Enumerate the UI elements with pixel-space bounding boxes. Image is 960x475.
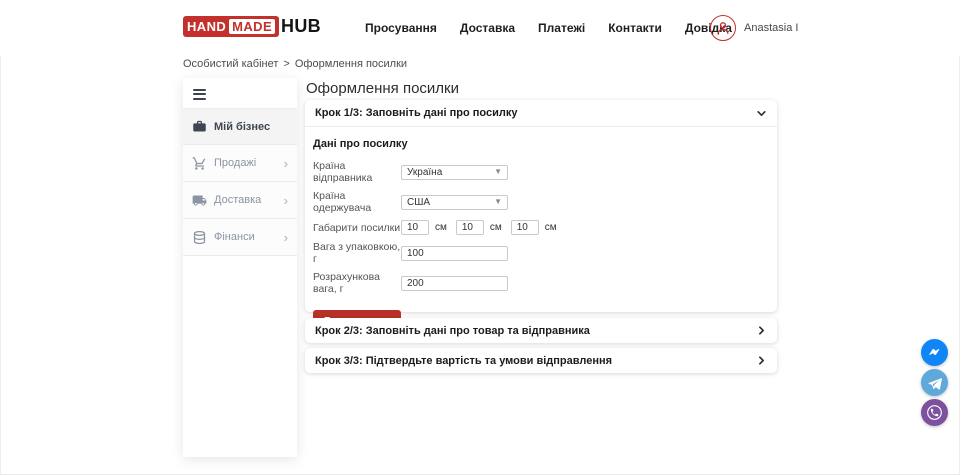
select-arrow-icon: ▼ bbox=[494, 198, 502, 206]
dimension-unit: см bbox=[545, 222, 557, 233]
sidebar-item-label: Доставка bbox=[214, 194, 261, 206]
messenger-button[interactable] bbox=[921, 339, 948, 366]
nav-item-promotion[interactable]: Просування bbox=[365, 21, 437, 35]
sender-country-row: Країна відправника Україна ▼ bbox=[313, 160, 769, 184]
dimensions-row: Габарити посилки см см см bbox=[313, 220, 769, 235]
sidebar-item-my-business[interactable]: Мій бізнес bbox=[183, 108, 297, 145]
sidebar: Мій бізнес Продажі › Доставка › Фінанси … bbox=[183, 78, 297, 457]
viber-button[interactable] bbox=[921, 399, 948, 426]
sidebar-item-label: Мій бізнес bbox=[214, 121, 270, 133]
breadcrumb-home[interactable]: Особистий кабінет bbox=[183, 58, 278, 70]
recipient-country-select[interactable]: США ▼ bbox=[401, 195, 508, 210]
telegram-icon bbox=[927, 375, 943, 391]
avatar bbox=[710, 15, 736, 41]
dimension-width-input[interactable] bbox=[456, 220, 484, 235]
brand-logo[interactable]: HANDMADE HUB bbox=[183, 16, 321, 37]
nav-item-contacts[interactable]: Контакти bbox=[608, 21, 662, 35]
step1-header[interactable]: Крок 1/3: Заповніть дані про посилку bbox=[305, 100, 777, 127]
logo-part-hand: HAND bbox=[187, 19, 226, 34]
coins-icon bbox=[192, 230, 207, 245]
telegram-button[interactable] bbox=[921, 369, 948, 396]
dimension-unit: см bbox=[435, 222, 447, 233]
viber-icon bbox=[925, 403, 944, 422]
recipient-country-row: Країна одержувача США ▼ bbox=[313, 190, 769, 214]
step3-label: Крок 3/3: Підтвердьте вартість та умови … bbox=[315, 355, 612, 367]
dimension-height-input[interactable] bbox=[511, 220, 539, 235]
logo-part-hub: HUB bbox=[281, 16, 321, 37]
chevron-right-icon bbox=[756, 355, 767, 366]
breadcrumb-current: Оформлення посилки bbox=[295, 58, 407, 70]
briefcase-icon bbox=[192, 119, 207, 134]
nav-item-delivery[interactable]: Доставка bbox=[460, 21, 515, 35]
step2-card: Крок 2/3: Заповніть дані про товар та ві… bbox=[305, 318, 777, 343]
messenger-icon bbox=[926, 344, 943, 361]
top-header: HANDMADE HUB Просування Доставка Платежі… bbox=[0, 0, 960, 56]
sidebar-item-label: Фінанси bbox=[214, 231, 255, 243]
breadcrumb-separator: > bbox=[283, 58, 289, 70]
hamburger-menu-icon[interactable] bbox=[190, 84, 210, 102]
weight-packed-row: Вага з упаковкою, г bbox=[313, 241, 769, 265]
sender-country-label: Країна відправника bbox=[313, 160, 401, 184]
person-icon bbox=[714, 19, 732, 37]
dimensions-label: Габарити посилки bbox=[313, 222, 401, 234]
user-name: Anastasia I bbox=[744, 22, 798, 34]
floating-contact-buttons bbox=[921, 339, 948, 426]
sidebar-item-finance[interactable]: Фінанси › bbox=[183, 219, 297, 256]
sidebar-item-label: Продажі bbox=[214, 157, 256, 169]
step1-label: Крок 1/3: Заповніть дані про посилку bbox=[315, 107, 517, 119]
sidebar-item-sales[interactable]: Продажі › bbox=[183, 145, 297, 182]
weight-calc-input[interactable] bbox=[401, 276, 508, 291]
step3-card: Крок 3/3: Підтвердьте вартість та умови … bbox=[305, 348, 777, 373]
chevron-down-icon bbox=[756, 108, 767, 119]
weight-calc-row: Розрахункова вага, г bbox=[313, 271, 769, 295]
cart-icon bbox=[192, 156, 207, 171]
sidebar-menu: Мій бізнес Продажі › Доставка › Фінанси … bbox=[183, 108, 297, 256]
nav-item-payments[interactable]: Платежі bbox=[538, 21, 585, 35]
recipient-country-value: США bbox=[407, 197, 430, 208]
breadcrumb: Особистий кабінет > Оформлення посилки bbox=[183, 58, 407, 70]
step2-label: Крок 2/3: Заповніть дані про товар та ві… bbox=[315, 325, 590, 337]
step3-header[interactable]: Крок 3/3: Підтвердьте вартість та умови … bbox=[305, 348, 777, 373]
step1-card: Крок 1/3: Заповніть дані про посилку Дан… bbox=[305, 100, 777, 312]
chevron-right-icon: › bbox=[284, 194, 288, 207]
main-nav: Просування Доставка Платежі Контакти Дов… bbox=[365, 0, 732, 56]
chevron-right-icon: › bbox=[284, 157, 288, 170]
dimension-unit: см bbox=[490, 222, 502, 233]
form-section-title: Дані про посилку bbox=[313, 138, 769, 150]
sidebar-item-delivery[interactable]: Доставка › bbox=[183, 182, 297, 219]
weight-calc-label: Розрахункова вага, г bbox=[313, 271, 401, 295]
weight-packed-input[interactable] bbox=[401, 246, 508, 261]
select-arrow-icon: ▼ bbox=[494, 168, 502, 176]
page-title: Оформлення посилки bbox=[306, 80, 459, 97]
parcel-form: Дані про посилку Країна відправника Укра… bbox=[305, 127, 777, 341]
recipient-country-label: Країна одержувача bbox=[313, 190, 401, 214]
chevron-right-icon: › bbox=[284, 231, 288, 244]
sender-country-select[interactable]: Україна ▼ bbox=[401, 165, 508, 180]
sender-country-value: Україна bbox=[407, 167, 442, 178]
chevron-right-icon bbox=[756, 325, 767, 336]
weight-packed-label: Вага з упаковкою, г bbox=[313, 241, 401, 265]
truck-icon bbox=[192, 193, 207, 208]
logo-red-box: HANDMADE bbox=[183, 16, 279, 37]
dimension-length-input[interactable] bbox=[401, 220, 429, 235]
step2-header[interactable]: Крок 2/3: Заповніть дані про товар та ві… bbox=[305, 318, 777, 343]
logo-part-made: MADE bbox=[229, 19, 275, 34]
user-account[interactable]: Anastasia I bbox=[710, 15, 798, 41]
